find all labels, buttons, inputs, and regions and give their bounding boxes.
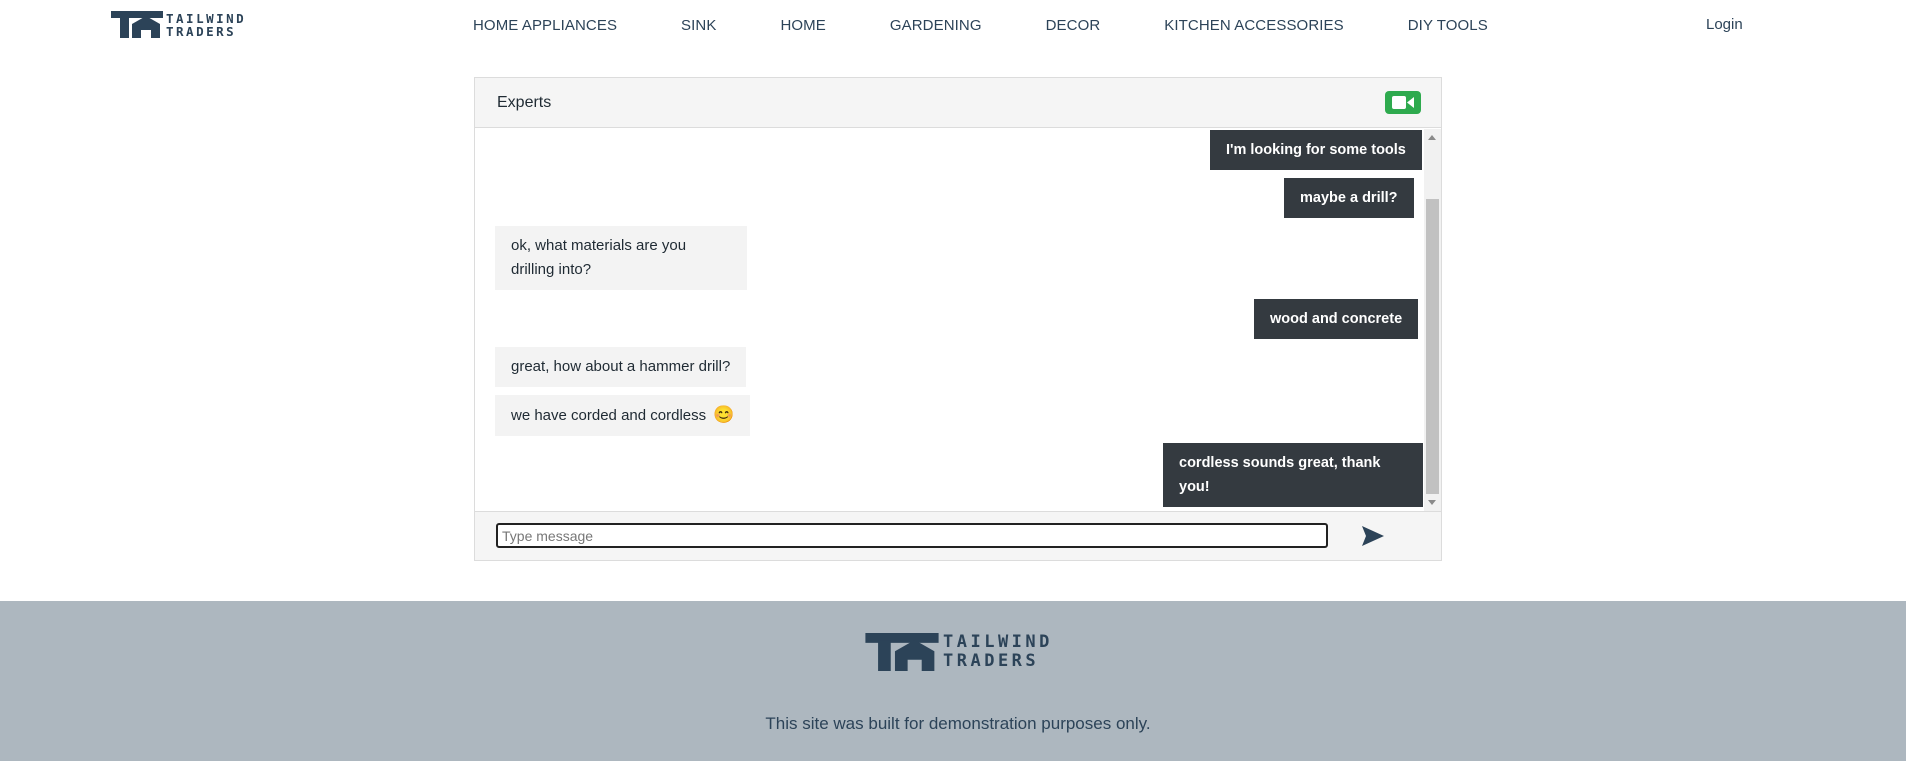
brand-line-1: TAILWIND xyxy=(166,10,247,26)
chat-composer xyxy=(475,511,1441,560)
brand-line-1: TAILWIND xyxy=(943,632,1053,652)
message-expert: great, how about a hammer drill? xyxy=(495,347,747,387)
footer-logo: TAILWIND TRADERS xyxy=(865,633,1053,671)
send-button[interactable] xyxy=(1361,525,1387,547)
nav-item-gardening[interactable]: GARDENING xyxy=(890,17,982,34)
site-footer: TAILWIND TRADERS This site was built for… xyxy=(0,601,1906,761)
message-text: cordless sounds great, thank you! xyxy=(1179,455,1381,495)
message-text: I'm looking for some tools xyxy=(1226,142,1406,158)
message-expert: ok, what materials are you drilling into… xyxy=(495,226,747,290)
video-call-button[interactable] xyxy=(1385,91,1421,114)
footer-disclaimer: This site was built for demonstration pu… xyxy=(765,714,1151,733)
login-link[interactable]: Login xyxy=(1706,16,1743,33)
scroll-up-arrow-icon[interactable] xyxy=(1428,135,1436,140)
video-camera-icon xyxy=(1392,96,1414,109)
message-text: ok, what materials are you drilling into… xyxy=(511,237,687,278)
message-user: maybe a drill? xyxy=(1284,178,1414,218)
nav-item-home-appliances[interactable]: HOME APPLIANCES xyxy=(473,17,617,34)
message-user: wood and concrete xyxy=(1254,299,1419,339)
logo-house-icon xyxy=(111,11,163,38)
message-user: cordless sounds great, thank you! xyxy=(1163,443,1423,507)
nav-item-decor[interactable]: DECOR xyxy=(1046,17,1101,34)
nav-item-sink[interactable]: SINK xyxy=(681,17,716,34)
brand-line-2: TRADERS xyxy=(166,23,237,39)
nav-item-home[interactable]: HOME xyxy=(780,17,825,34)
message-scrollbar[interactable] xyxy=(1424,129,1441,511)
nav-item-diy-tools[interactable]: DIY TOOLS xyxy=(1408,17,1488,34)
message-text: great, how about a hammer drill? xyxy=(511,358,731,375)
smile-emoji-icon: 😊 xyxy=(713,405,735,424)
nav-item-kitchen-accessories[interactable]: KITCHEN ACCESSORIES xyxy=(1164,17,1343,34)
logo-house-icon xyxy=(865,633,939,671)
send-icon xyxy=(1362,526,1384,546)
chat-title: Experts xyxy=(497,94,552,111)
tailwind-traders-logo[interactable]: TAILWIND TRADERS xyxy=(111,11,246,38)
message-user: I'm looking for some tools xyxy=(1210,130,1422,170)
scroll-thumb[interactable] xyxy=(1426,199,1439,494)
main-nav: HOME APPLIANCES SINK HOME GARDENING DECO… xyxy=(473,0,1488,50)
message-text: maybe a drill? xyxy=(1300,190,1398,206)
message-input[interactable] xyxy=(496,523,1328,548)
message-text: we have corded and cordless xyxy=(511,407,707,424)
message-list[interactable]: I'm looking for some tools maybe a drill… xyxy=(475,129,1423,511)
message-expert: we have corded and cordless 😊 xyxy=(495,395,751,436)
message-text: wood and concrete xyxy=(1270,311,1403,327)
chat-header: Experts xyxy=(475,78,1441,128)
chat-panel: Experts I'm looking for some tools maybe… xyxy=(474,77,1442,561)
site-header: TAILWIND TRADERS HOME APPLIANCES SINK HO… xyxy=(0,0,1906,52)
brand-line-2: TRADERS xyxy=(943,651,1040,671)
scroll-down-arrow-icon[interactable] xyxy=(1428,500,1436,505)
